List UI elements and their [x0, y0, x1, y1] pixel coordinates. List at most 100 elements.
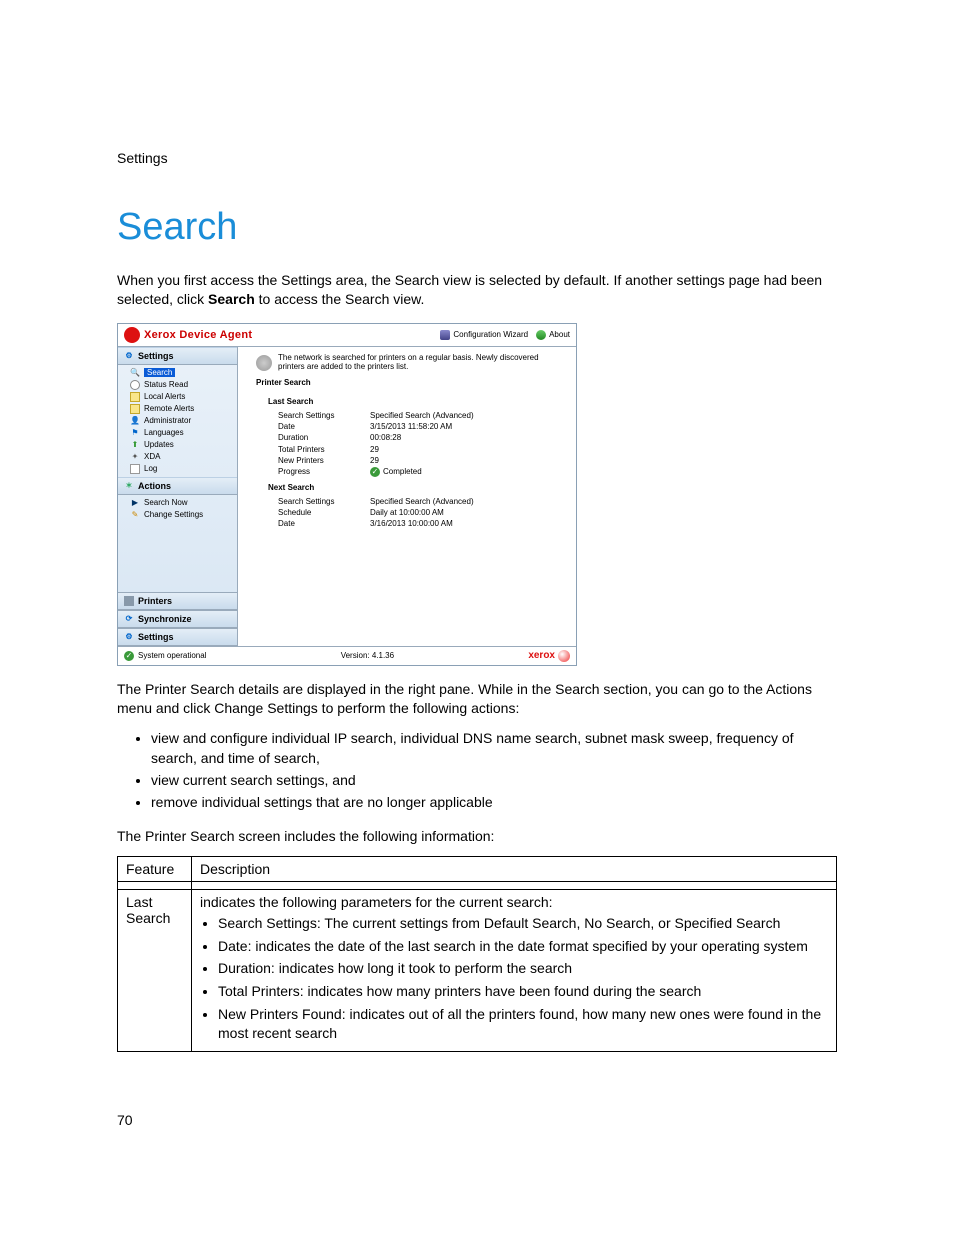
progress-text: Completed [383, 466, 422, 477]
below-paragraph: The Printer Search details are displayed… [117, 680, 837, 718]
sidebar-item-label: Status Read [144, 380, 188, 389]
sidebar-item-status-read[interactable]: Status Read [118, 379, 237, 391]
bullet-item: view and configure individual IP search,… [151, 728, 837, 769]
page-number: 70 [117, 1112, 837, 1128]
xerox-ball-icon [558, 650, 570, 662]
sidebar-bottom-settings[interactable]: ⚙Settings [118, 628, 237, 646]
play-icon: ▶ [130, 498, 140, 508]
dashboard-icon [130, 380, 140, 390]
pencil-icon: ✎ [130, 510, 140, 520]
brand-icon [124, 327, 140, 343]
row-intro: indicates the following parameters for t… [200, 894, 828, 910]
gear-icon: ⚙ [124, 632, 134, 642]
screenshot: Xerox Device Agent Configuration Wizard … [117, 323, 577, 666]
sidebar-header-actions: ✶ Actions [118, 477, 237, 495]
config-wizard-label: Configuration Wizard [453, 330, 528, 339]
sidebar-settings-list: 🔍Search Status Read Local Alerts Remote … [118, 365, 237, 477]
sidebar-item-xda[interactable]: ✦XDA [118, 451, 237, 463]
xda-icon: ✦ [130, 452, 140, 462]
content-description: The network is searched for printers on … [278, 353, 566, 372]
ok-icon: ✓ [370, 467, 380, 477]
row-item: Duration: indicates how long it took to … [218, 959, 828, 978]
content-pane: The network is searched for printers on … [238, 347, 576, 646]
kv-key: Search Settings [278, 410, 370, 421]
gear-icon: ✶ [124, 481, 134, 491]
sidebar-header-settings[interactable]: ⚙ Settings [118, 347, 237, 365]
kv-value: 29 [370, 455, 379, 466]
kv-value: 3/15/2013 11:58:20 AM [370, 421, 452, 432]
action-search-now[interactable]: ▶ Search Now [118, 497, 237, 509]
actions-bullets: view and configure individual IP search,… [151, 728, 837, 813]
row-item: New Printers Found: indicates out of all… [218, 1005, 828, 1043]
xerox-logo: xerox [528, 650, 570, 662]
kv-key: New Printers [278, 455, 370, 466]
envelope-icon [130, 392, 140, 402]
about-label: About [549, 330, 570, 339]
sidebar-bottom-synchronize[interactable]: ⟳ Synchronize [118, 610, 237, 628]
sidebar-actions-label: Actions [138, 481, 171, 491]
shot-header: Xerox Device Agent Configuration Wizard … [118, 324, 576, 346]
kv-value: Specified Search (Advanced) [370, 496, 474, 507]
last-search-heading: Last Search [268, 397, 566, 406]
sync-icon: ⟳ [124, 614, 134, 624]
sidebar-bottom-label: Synchronize [138, 614, 192, 624]
config-wizard-link[interactable]: Configuration Wizard [440, 330, 528, 340]
sidebar-bottom-printers[interactable]: Printers [118, 592, 237, 610]
status-bar: ✓ System operational Version: 4.1.36 xer… [118, 646, 576, 665]
feature-table: Feature Description Last Search indicate… [117, 856, 837, 1052]
bullet-item: remove individual settings that are no l… [151, 792, 837, 812]
kv-key: Schedule [278, 507, 370, 518]
next-search-heading: Next Search [268, 483, 566, 492]
sidebar-item-label: Updates [144, 440, 174, 449]
action-change-settings[interactable]: ✎Change Settings [118, 509, 237, 521]
sidebar-item-label: Languages [144, 428, 184, 437]
kv-value: Specified Search (Advanced) [370, 410, 474, 421]
kv-value: 00:08:28 [370, 432, 401, 443]
kv-key: Duration [278, 432, 370, 443]
xerox-logo-text: xerox [528, 650, 555, 661]
sidebar-item-log[interactable]: Log [118, 463, 237, 475]
sidebar-item-remote-alerts[interactable]: Remote Alerts [118, 403, 237, 415]
kv-value: Daily at 10:00:00 AM [370, 507, 444, 518]
sidebar-item-search[interactable]: 🔍Search [118, 367, 237, 379]
td-description: indicates the following parameters for t… [192, 889, 837, 1051]
kv-value: ✓Completed [370, 466, 422, 477]
page-title: Search [117, 206, 837, 249]
kv-key: Date [278, 421, 370, 432]
kv-key: Progress [278, 466, 370, 477]
action-label: Search Now [144, 498, 188, 507]
settings-icon: ⚙ [124, 351, 134, 361]
sidebar-settings-label: Settings [138, 351, 174, 361]
sidebar-bottom-label: Printers [138, 596, 172, 606]
sidebar: ⚙ Settings 🔍Search Status Read Local Ale… [118, 347, 238, 646]
sidebar-item-label: Log [144, 464, 157, 473]
row-item: Total Printers: indicates how many print… [218, 982, 828, 1001]
kv-key: Search Settings [278, 496, 370, 507]
intro-paragraph: When you first access the Settings area,… [117, 271, 837, 309]
printer-icon [124, 596, 134, 606]
sidebar-item-updates[interactable]: ⬆ Updates [118, 439, 237, 451]
flag-icon: ⚑ [130, 428, 140, 438]
wizard-icon [440, 330, 450, 340]
kv-value: 3/16/2013 10:00:00 AM [370, 518, 453, 529]
bullet-item: view current search settings, and [151, 770, 837, 790]
section-title: Printer Search [256, 378, 566, 387]
sidebar-item-administrator[interactable]: 👤Administrator [118, 415, 237, 427]
sidebar-actions-list: ▶ Search Now ✎Change Settings [118, 495, 237, 523]
search-icon: 🔍 [130, 368, 140, 378]
row-item: Date: indicates the date of the last sea… [218, 937, 828, 956]
breadcrumb: Settings [117, 150, 837, 166]
status-text: System operational [138, 651, 206, 660]
log-icon [130, 464, 140, 474]
sidebar-item-local-alerts[interactable]: Local Alerts [118, 391, 237, 403]
sidebar-item-languages[interactable]: ⚑ Languages [118, 427, 237, 439]
intro-post: to access the Search view. [255, 291, 425, 307]
search-large-icon [256, 355, 272, 371]
brand-text: Xerox Device Agent [144, 329, 252, 341]
kv-key: Total Printers [278, 444, 370, 455]
version-text: Version: 4.1.36 [206, 651, 528, 660]
row-item: Search Settings: The current settings fr… [218, 914, 828, 933]
td-feature: Last Search [118, 889, 192, 1051]
about-link[interactable]: About [536, 330, 570, 340]
updates-icon: ⬆ [130, 440, 140, 450]
